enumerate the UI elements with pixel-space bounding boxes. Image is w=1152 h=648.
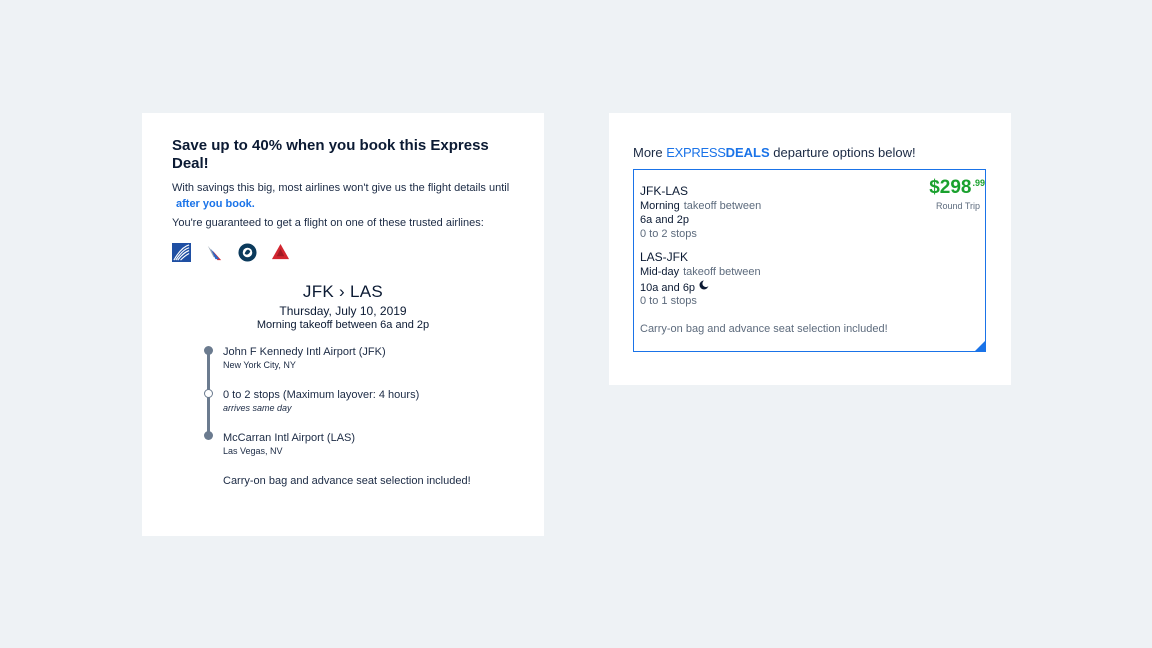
return-stops: 0 to 1 stops — [640, 295, 697, 307]
express-wordmark: EXPRESS — [666, 145, 726, 160]
outbound-takeoff-text: takeoff between — [683, 200, 762, 212]
destination-airport: McCarran Intl Airport (LAS) — [223, 432, 356, 444]
return-takeoff-text: takeoff between — [683, 266, 761, 278]
arrival-info: arrives same day — [223, 403, 292, 413]
delta-icon — [271, 243, 290, 260]
takeoff-window: Morning takeoff between 6a and 2p — [256, 319, 430, 331]
route-title: JFK › LAS — [302, 282, 384, 301]
return-time-label: Mid-day — [640, 266, 680, 278]
airline-logos — [172, 243, 290, 262]
american-icon — [207, 245, 222, 261]
deal-description-text: With savings this big, most airlines won… — [172, 182, 510, 194]
return-time: Mid-day takeoff between — [640, 266, 761, 278]
price-dollars: $298 — [929, 177, 972, 198]
return-route: LAS-JFK — [640, 250, 689, 264]
return-window-row: 10a and 6p — [640, 280, 710, 294]
express-deal-card: Save up to 40% when you book this Expres… — [142, 113, 544, 536]
trip-type: Round Trip — [935, 201, 980, 211]
outbound-time: Morning takeoff between — [640, 200, 761, 212]
deal-description: With savings this big, most airlines won… — [172, 180, 522, 212]
timeline-origin-dot — [204, 346, 213, 355]
timeline-stops-dot — [204, 389, 213, 398]
outbound-stops: 0 to 2 stops — [640, 228, 697, 240]
more-deals-prefix: More — [633, 145, 663, 160]
more-deals-heading: More EXPRESSDEALS departure options belo… — [633, 145, 916, 160]
deal-included-note: Carry-on bag and advance seat selection … — [640, 323, 888, 335]
deal-headline: Save up to 40% when you book this Expres… — [172, 137, 489, 172]
origin-airport: John F Kennedy Intl Airport (JFK) — [223, 346, 386, 358]
travel-date: Thursday, July 10, 2019 — [279, 304, 407, 318]
moon-icon — [699, 280, 710, 290]
deals-wordmark: DEALS — [725, 145, 770, 160]
united-icon — [172, 243, 191, 262]
airline-guarantee-text: You're guaranteed to get a flight on one… — [172, 217, 484, 229]
origin-city: New York City, NY — [223, 360, 296, 370]
destination-city: Las Vegas, NV — [223, 446, 283, 456]
more-deals-suffix: departure options below! — [773, 145, 916, 160]
deal-price: $298.99 — [929, 177, 985, 199]
price-cents: .99 — [972, 178, 985, 188]
timeline-destination-dot — [204, 431, 213, 440]
outbound-route: JFK-LAS — [640, 184, 689, 198]
outbound-time-label: Morning — [640, 200, 680, 212]
more-deals-card: More EXPRESSDEALS departure options belo… — [609, 113, 1011, 385]
outbound-window: 6a and 2p — [640, 214, 689, 226]
included-note: Carry-on bag and advance seat selection … — [223, 475, 471, 487]
after-you-book-link[interactable]: after you book. — [176, 198, 255, 210]
alaska-icon — [238, 243, 257, 262]
selected-corner-icon — [975, 341, 985, 351]
return-window: 10a and 6p — [640, 282, 696, 294]
stops-info: 0 to 2 stops (Maximum layover: 4 hours) — [223, 389, 420, 401]
deal-option[interactable]: JFK-LAS Morning takeoff between 6a and 2p… — [633, 169, 986, 352]
